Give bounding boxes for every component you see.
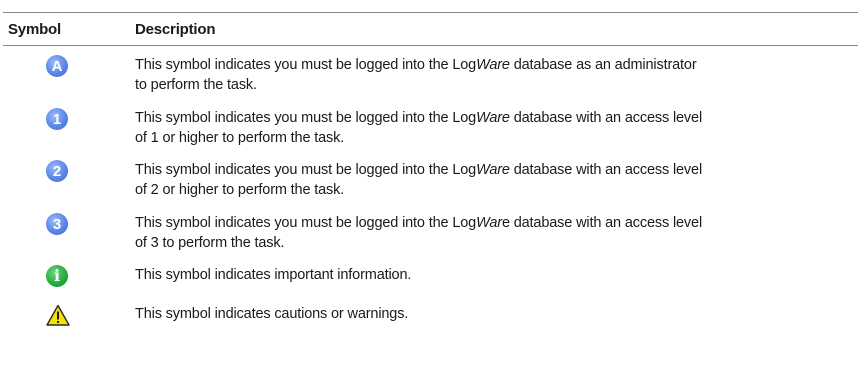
table-row: 2 This symbol indicates you must be logg… — [3, 160, 858, 200]
table-row: This symbol indicates cautions or warnin… — [3, 304, 858, 331]
access-level-2-icon: 2 — [46, 160, 68, 182]
table-row: A This symbol indicates you must be logg… — [3, 55, 858, 95]
admin-icon: A — [46, 55, 68, 77]
row-description: This symbol indicates you must be logged… — [135, 57, 697, 93]
row-description: This symbol indicates you must be logged… — [135, 110, 703, 146]
row-description: This symbol indicates cautions or warnin… — [135, 306, 409, 322]
row-description: This symbol indicates you must be logged… — [135, 215, 703, 251]
table-row: 1 This symbol indicates you must be logg… — [3, 108, 858, 148]
row-description: This symbol indicates important informat… — [135, 267, 412, 283]
warning-icon — [46, 304, 70, 326]
info-icon: i — [46, 265, 68, 287]
table-row: i This symbol indicates important inform… — [3, 265, 858, 287]
access-level-1-icon: 1 — [46, 108, 68, 130]
symbol-table: Symbol Description A This symbol indicat… — [3, 12, 858, 326]
table-header: Symbol Description — [3, 13, 858, 46]
description-column-header: Description — [135, 20, 216, 38]
symbol-column-header: Symbol — [8, 20, 61, 38]
table-row: 3 This symbol indicates you must be logg… — [3, 213, 858, 253]
row-description: This symbol indicates you must be logged… — [135, 162, 703, 198]
access-level-3-icon: 3 — [46, 213, 68, 235]
